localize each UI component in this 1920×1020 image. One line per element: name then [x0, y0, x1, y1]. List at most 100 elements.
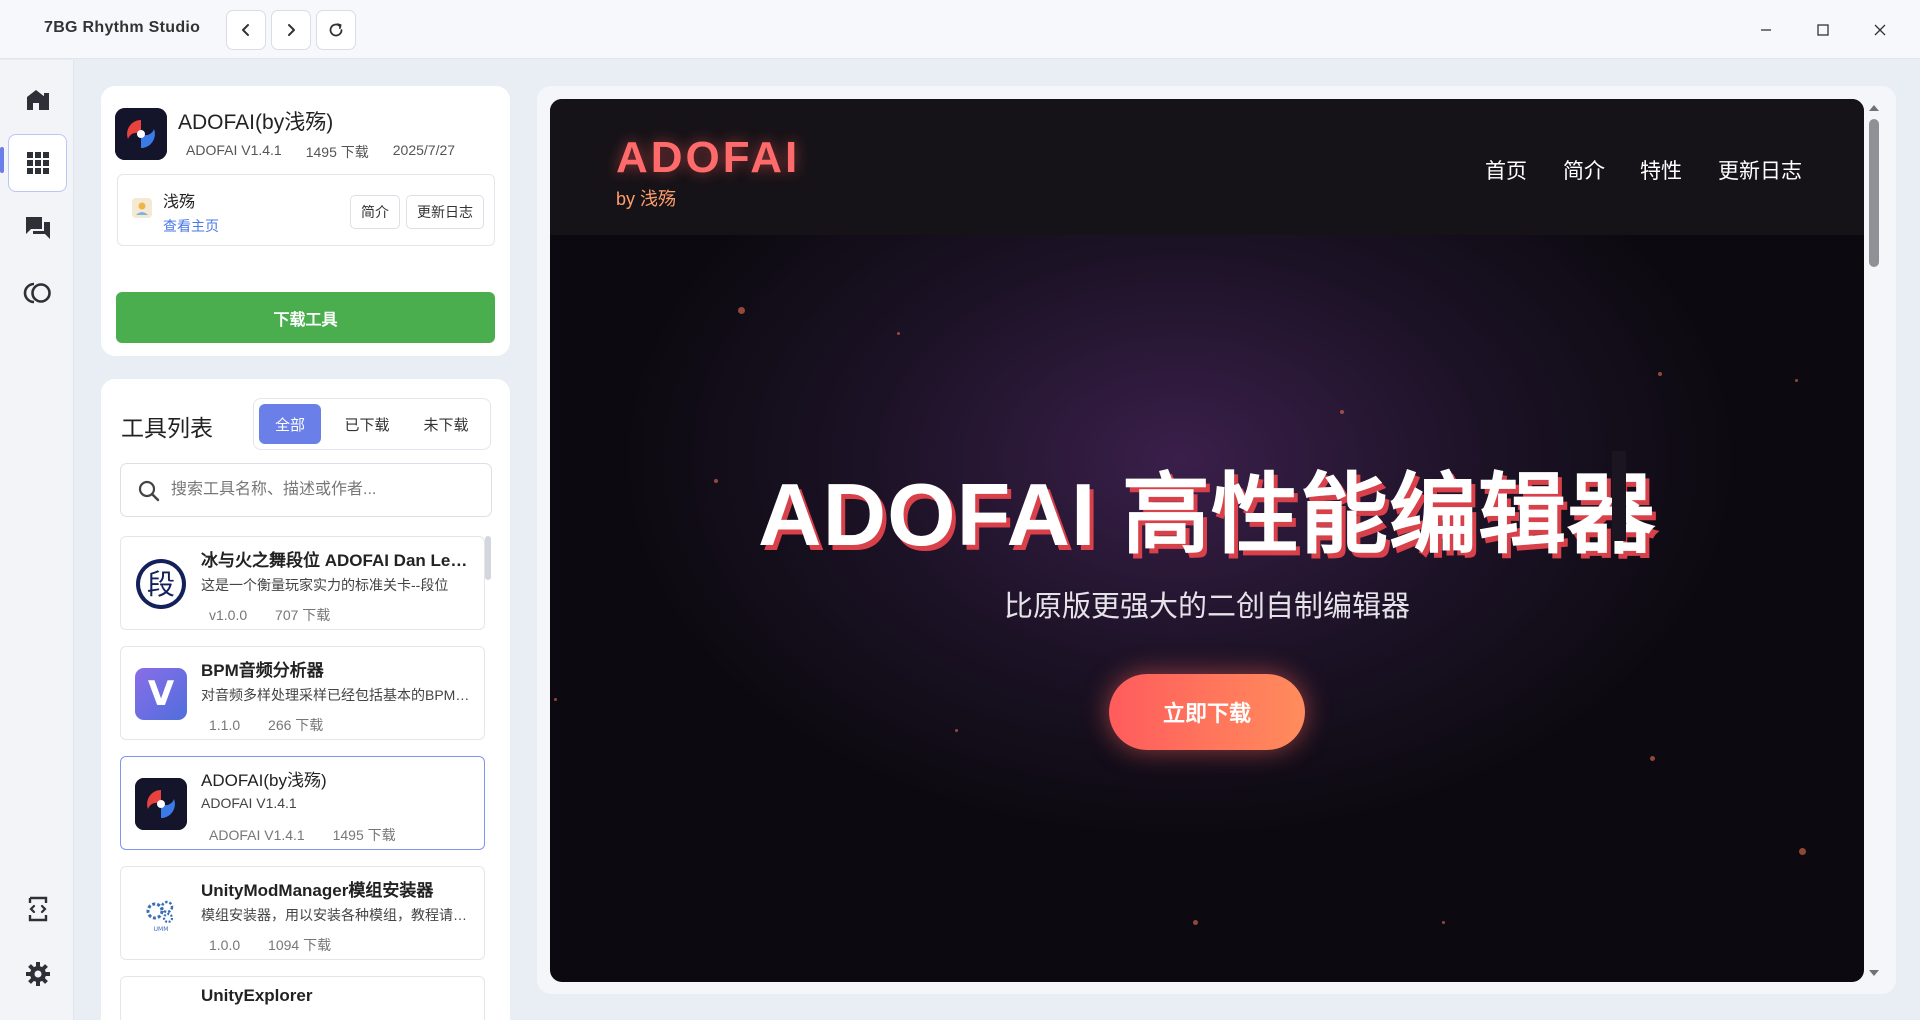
tool-title: ADOFAI(by浅殇) — [178, 111, 334, 134]
particle-dot — [897, 332, 900, 335]
filter-not-downloaded[interactable]: 未下载 — [410, 404, 482, 444]
preview-nav-features[interactable]: 特性 — [1640, 155, 1682, 185]
particle-dot — [1795, 379, 1798, 382]
tool-list-item-selected[interactable]: ADOFAI(by浅殇) ADOFAI V1.4.1 ADOFAI V1.4.1… — [120, 756, 485, 850]
preview-download-button[interactable]: 立即下载 — [1109, 674, 1305, 750]
tool-name: 冰与火之舞段位 ADOFAI Dan Levels — [201, 551, 476, 570]
rail-item-sync[interactable] — [8, 264, 67, 322]
filter-downloaded[interactable]: 已下载 — [331, 404, 403, 444]
tool-name: UnityModManager模组安装器 — [201, 881, 434, 900]
particle-dot — [955, 729, 958, 732]
search-icon — [138, 480, 160, 502]
maximize-button[interactable] — [1795, 0, 1851, 59]
tool-item-version: 1.0.0 — [209, 937, 241, 953]
tool-item-version: v1.0.0 — [209, 607, 248, 623]
tool-list-item[interactable]: UnityExplorer — [120, 976, 485, 1020]
download-tool-button[interactable]: 下载工具 — [116, 292, 495, 343]
tool-name: UnityExplorer — [201, 986, 313, 1005]
search-input[interactable] — [171, 464, 481, 516]
preview-hero-title: ADOFAI 高性能编辑器 — [758, 465, 1656, 564]
rail-item-home[interactable] — [8, 71, 67, 129]
minimize-icon — [1761, 28, 1771, 31]
title-bar: 7BG Rhythm Studio — [0, 0, 1920, 59]
tool-meta: ADOFAI V1.4.1 1495 下载 2025/7/27 — [186, 142, 479, 162]
tool-item-meta: ADOFAI V1.4.1 1495 下载 — [209, 825, 420, 845]
author-name: 浅殇 — [163, 194, 196, 211]
umm-icon-label: UMM — [154, 926, 169, 933]
tool-list-item[interactable]: 段 冰与火之舞段位 ADOFAI Dan Levels 这是一个衡量玩家实力的标… — [120, 536, 485, 630]
preview-nav-intro[interactable]: 简介 — [1563, 155, 1605, 185]
code-frame-icon — [28, 896, 47, 922]
preview-nav-changelog[interactable]: 更新日志 — [1718, 155, 1802, 185]
tool-list-title: 工具列表 — [121, 415, 213, 441]
tool-list-scrollbar[interactable] — [485, 536, 491, 580]
author-homepage-link[interactable]: 查看主页 — [163, 216, 219, 236]
filter-segmented-control: 全部 已下载 未下载 — [253, 398, 491, 450]
particle-dot — [1340, 410, 1344, 414]
tool-name: BPM音频分析器 — [201, 661, 324, 680]
preview-brand-sub: by 浅殇 — [616, 189, 677, 209]
bpm-analyzer-icon: V — [135, 668, 187, 720]
particle-dot — [1193, 920, 1198, 925]
refresh-button[interactable] — [316, 10, 356, 50]
tool-item-meta: v1.0.0 707 下载 — [209, 605, 354, 625]
search-box — [120, 463, 492, 517]
tool-info-card: ADOFAI(by浅殇) ADOFAI V1.4.1 1495 下载 2025/… — [101, 86, 510, 356]
tool-item-downloads: 266 下载 — [268, 717, 324, 733]
tool-name: ADOFAI(by浅殇) — [201, 771, 327, 790]
tool-desc: 对音频多样处理采样已经包括基本的BPM分析 — [201, 687, 476, 703]
dan-levels-icon: 段 — [135, 558, 187, 610]
close-icon — [1874, 24, 1886, 35]
avatar-icon — [136, 202, 148, 215]
preview-scrollbar[interactable] — [1864, 99, 1884, 982]
particle-dot — [1658, 372, 1662, 376]
particle-dot — [554, 698, 557, 701]
home-icon — [26, 90, 49, 110]
tool-date: 2025/7/27 — [392, 142, 456, 158]
forward-button[interactable] — [271, 10, 311, 50]
app-title: 7BG Rhythm Studio — [44, 19, 201, 36]
particle-dot — [1442, 921, 1445, 924]
rail-item-apps[interactable] — [8, 134, 67, 192]
author-avatar[interactable] — [132, 198, 152, 218]
filter-all[interactable]: 全部 — [259, 404, 321, 444]
tool-list: 段 冰与火之舞段位 ADOFAI Dan Levels 这是一个衡量玩家实力的标… — [120, 536, 485, 1020]
tool-desc: ADOFAI V1.4.1 — [201, 795, 297, 811]
close-button[interactable] — [1852, 0, 1908, 59]
tool-item-meta: 1.1.0 266 下载 — [209, 715, 347, 735]
tool-list-item[interactable]: UMM UnityModManager模组安装器 模组安装器，用以安装各种模组，… — [120, 866, 485, 960]
chevron-right-icon — [288, 24, 295, 36]
rail-item-extensions[interactable] — [8, 880, 67, 938]
intro-button[interactable]: 简介 — [350, 195, 400, 229]
chat-icon — [25, 217, 50, 239]
tool-downloads: 1495 下载 — [305, 144, 369, 160]
bpm-icon-glyph: V — [147, 674, 175, 714]
preview-brand: ADOFAI — [616, 133, 801, 182]
tool-item-version: ADOFAI V1.4.1 — [209, 827, 305, 843]
rail-item-chat[interactable] — [8, 199, 67, 257]
refresh-icon — [329, 23, 343, 37]
preview-nav-home[interactable]: 首页 — [1485, 155, 1527, 185]
scroll-down-arrow-icon — [1869, 970, 1879, 976]
tool-desc: 模组安装器，用以安装各种模组，教程请看简介 — [201, 907, 476, 923]
minimize-button[interactable] — [1738, 0, 1794, 59]
maximize-icon — [1817, 23, 1829, 36]
tool-preview-webview: ADOFAI by 浅殇 首页 简介 特性 更新日志 ADOFAI 高性能编辑器… — [550, 99, 1864, 982]
particle-dot — [1799, 848, 1806, 855]
preview-scroll-thumb[interactable] — [1869, 119, 1879, 267]
tool-list-item[interactable]: V BPM音频分析器 对音频多样处理采样已经包括基本的BPM分析 1.1.0 2… — [120, 646, 485, 740]
author-box: 浅殇 查看主页 简介 更新日志 — [117, 174, 495, 246]
tool-item-version: 1.1.0 — [209, 717, 241, 733]
tool-version: ADOFAI V1.4.1 — [186, 142, 282, 158]
dan-icon-glyph: 段 — [147, 568, 175, 601]
tool-item-downloads: 707 下载 — [275, 607, 331, 623]
typing-caret — [1612, 451, 1626, 541]
rail-item-settings[interactable] — [8, 945, 67, 1003]
changelog-button[interactable]: 更新日志 — [406, 195, 484, 229]
grid-icon — [26, 152, 49, 174]
adofai-logo-icon — [115, 108, 167, 160]
tool-list-card: 工具列表 全部 已下载 未下载 段 冰与火之舞段位 ADOFAI Dan Lev… — [101, 379, 510, 1020]
umm-gears-icon: UMM — [135, 888, 187, 940]
back-button[interactable] — [226, 10, 266, 50]
particle-dot — [738, 307, 745, 314]
